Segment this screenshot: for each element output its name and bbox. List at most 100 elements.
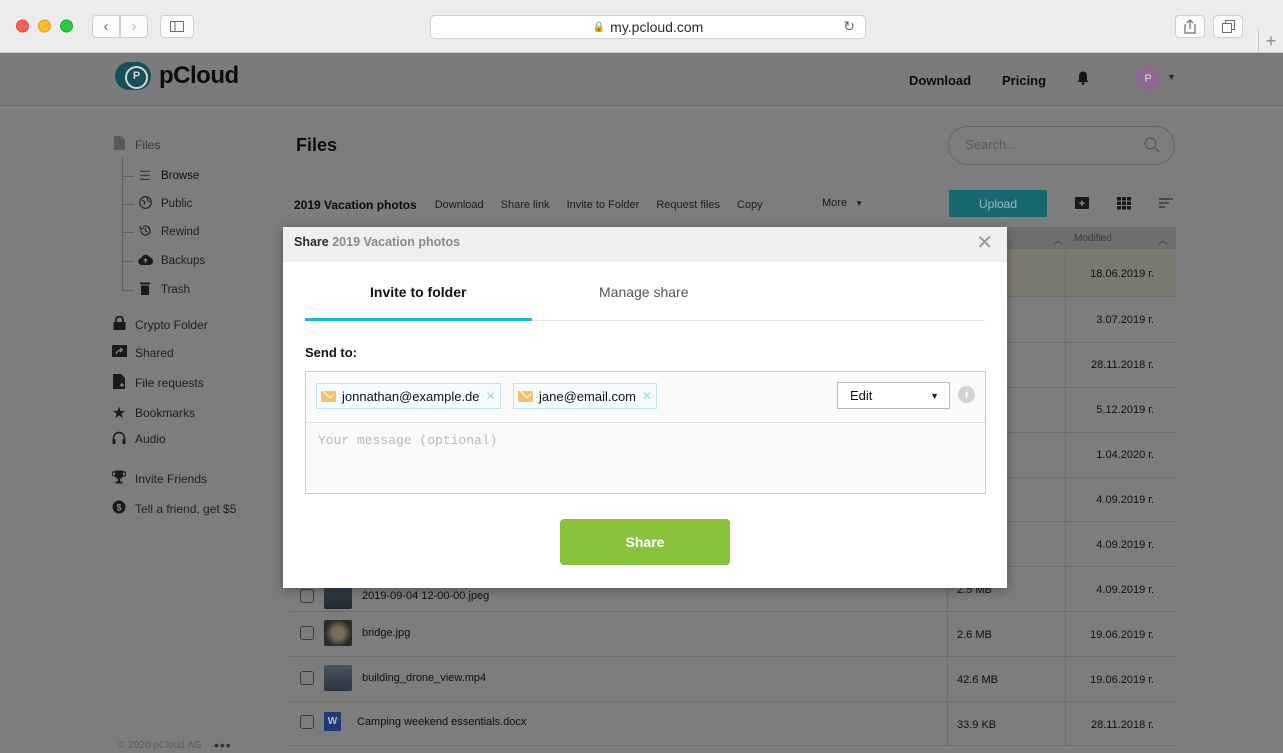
trophy-icon [111,470,127,487]
remove-recipient-icon[interactable]: ✕ [486,389,496,403]
toolbar-copy[interactable]: Copy [737,199,763,211]
sidebar-item-trash[interactable]: Trash [137,282,190,298]
word-document-icon: W [324,712,341,731]
modified-date: 4.09.2019 г. [1096,494,1154,506]
bell-icon[interactable] [1077,71,1089,85]
header-pricing-link[interactable]: Pricing [1002,73,1046,88]
tree-tick [122,176,134,177]
row-checkbox[interactable] [300,671,314,685]
browser-share-button[interactable] [1175,15,1205,38]
table-row[interactable]: building_drone_view.mp4 [300,665,486,691]
tab-manage-share[interactable]: Manage share [599,284,689,300]
modified-date: 3.07.2019 г. [1096,314,1154,326]
sidebar-item-files[interactable]: Files [111,136,160,153]
remove-recipient-icon[interactable]: ✕ [642,389,652,403]
sidebar-item-shared[interactable]: Shared [111,345,174,360]
fullscreen-window-button[interactable] [60,19,73,33]
search-icon[interactable] [1144,137,1160,153]
avatar[interactable]: P [1135,66,1161,92]
grid-view-icon[interactable] [1117,196,1131,210]
more-options-icon[interactable]: ••• [214,737,232,753]
sort-asc-icon[interactable]: ︿ [1158,232,1168,247]
column-modified[interactable]: Modified [1074,233,1112,244]
headphones-icon [111,431,127,447]
sidebar-item-bookmarks[interactable]: ★ Bookmarks [111,403,195,423]
tree-line [122,158,123,290]
sort-asc-icon[interactable]: ︿ [1053,232,1063,247]
sidebar-label: Public [161,198,193,210]
forward-button[interactable]: › [120,15,148,38]
column-divider [1065,227,1066,747]
sidebar-item-tell-friend[interactable]: $ Tell a friend, get $5 [111,500,236,517]
share-dialog: Share 2019 Vacation photos ✕ Invite to f… [283,227,1007,588]
dialog-header: Share 2019 Vacation photos ✕ [283,227,1007,262]
tab-invite-to-folder[interactable]: Invite to folder [370,284,466,300]
share-button[interactable]: Share [560,519,730,565]
lock-icon [111,315,127,333]
caret-down-icon: ▼ [855,199,864,208]
sidebar-label: Rewind [161,226,200,238]
recipient-email: jane@email.com [539,388,637,404]
permission-value: Edit [850,388,873,403]
new-folder-icon[interactable] [1075,196,1089,210]
pcloud-logo[interactable]: pCloud [115,62,239,90]
toolbar-invite-to-folder[interactable]: Invite to Folder [567,199,640,211]
toolbar-download[interactable]: Download [435,199,484,211]
active-tab-indicator [305,318,532,321]
image-thumbnail [324,620,352,646]
lock-icon: 🔒 [592,21,606,33]
close-icon[interactable]: ✕ [976,233,993,253]
sidebar-item-audio[interactable]: Audio [111,431,166,447]
send-to-label: Send to: [305,345,357,360]
more-dropdown[interactable]: More ▼ [822,197,863,209]
sidebar-icon [170,21,184,32]
sidebar-item-rewind[interactable]: Rewind [137,224,199,240]
new-tab-button[interactable]: + [1258,30,1283,53]
sidebar-label: Shared [135,345,174,360]
row-checkbox[interactable] [300,589,314,603]
address-bar[interactable]: 🔒 my.pcloud.com ↻ [430,15,866,39]
file-name: 2019-09-04 12-00-00.jpeg [362,590,490,602]
sidebar-label: Invite Friends [135,471,208,486]
recipient-email: jonnathan@example.de [342,388,480,404]
show-tabs-button[interactable] [1213,15,1243,38]
row-checkbox[interactable] [300,626,314,640]
sidebar-item-file-requests[interactable]: File requests [111,374,204,392]
toolbar-share-link[interactable]: Share link [501,199,550,211]
recipients-field[interactable]: jonnathan@example.de ✕ jane@email.com ✕ … [306,372,985,423]
tree-tick [122,204,134,205]
back-button[interactable]: ‹ [92,15,120,38]
permission-select[interactable]: Edit ▼ [837,382,950,409]
sidebar-item-backups[interactable]: Backups [137,253,205,268]
sidebar-item-crypto-folder[interactable]: Crypto Folder [111,315,208,333]
info-icon[interactable]: i [958,386,975,403]
recipient-chip: jane@email.com ✕ [513,383,658,409]
current-folder-name: 2019 Vacation photos [294,198,417,212]
row-checkbox[interactable] [300,714,314,729]
search-input[interactable] [965,137,1135,152]
table-row[interactable]: bridge.jpg [300,620,410,646]
search-box[interactable] [948,126,1175,165]
sidebar-item-browse[interactable]: ☰ Browse [137,168,199,184]
close-window-button[interactable] [16,19,29,33]
sidebar-item-public[interactable]: Public [137,196,192,212]
file-size: 2.6 MB [957,629,992,641]
caret-down-icon[interactable]: ▼ [1167,72,1176,82]
file-size: 33.9 KB [957,719,997,731]
upload-button[interactable]: Upload [949,190,1047,217]
tree-tick [122,232,134,233]
url-text: my.pcloud.com [610,19,704,35]
file-icon [111,136,127,153]
toolbar-request-files[interactable]: Request files [656,199,720,211]
sort-icon[interactable] [1159,196,1173,210]
table-row[interactable]: W Camping weekend essentials.docx [300,712,526,731]
sidebar-label: Audio [135,432,166,446]
sidebar-toggle-button[interactable] [160,15,194,38]
header-download-link[interactable]: Download [909,73,971,88]
minimize-window-button[interactable] [38,19,51,33]
reload-icon[interactable]: ↻ [843,18,855,35]
copyright: © 2020 pCloud AG [118,740,202,751]
message-textarea[interactable] [306,423,985,493]
modified-date: 5.12.2019 г. [1096,404,1154,416]
sidebar-item-invite-friends[interactable]: Invite Friends [111,470,207,487]
